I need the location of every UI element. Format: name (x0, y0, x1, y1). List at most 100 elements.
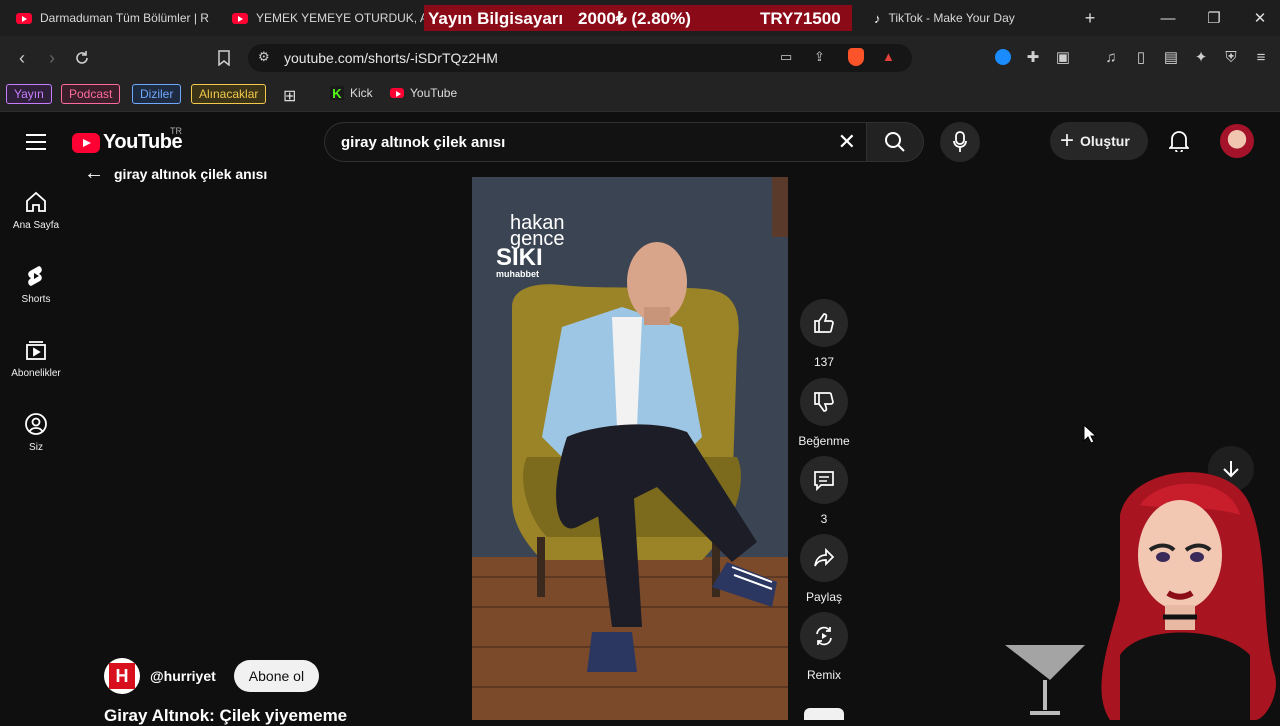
cast-icon[interactable]: ▭ (780, 49, 792, 65)
restore-button[interactable]: ❐ (1191, 0, 1237, 36)
search-button[interactable] (866, 122, 924, 162)
forward-button[interactable]: › (38, 44, 66, 72)
browser-toolbar: ‹ › ⚙ youtube.com/shorts/-iSDrTQz2HM ▭ ⇪… (0, 36, 1280, 80)
avatar[interactable] (1220, 124, 1254, 158)
video-watermark: hakan gence SIKI muhabbet (496, 213, 565, 279)
dislike-label: Beğenme (798, 434, 850, 448)
minimize-button[interactable]: — (1145, 0, 1191, 36)
leo-ai-icon[interactable]: ✦ (1190, 46, 1212, 68)
menu-icon[interactable] (26, 134, 46, 155)
clear-search-icon[interactable]: ✕ (838, 129, 856, 155)
url-text: youtube.com/shorts/-iSDrTQz2HM (284, 50, 498, 66)
voice-search-button[interactable] (940, 122, 980, 162)
site-settings-icon[interactable]: ⚙ (258, 49, 270, 65)
sidebar-label: Siz (29, 442, 43, 453)
reload-icon (76, 51, 88, 64)
country-code: TR (170, 126, 182, 136)
share-button[interactable] (800, 534, 848, 582)
remix-icon (816, 626, 832, 646)
search-value: giray altınok çilek anısı (341, 134, 506, 151)
channel-avatar[interactable]: H (104, 658, 140, 694)
remix-button[interactable] (800, 612, 848, 660)
screenshot-icon[interactable]: ▣ (1052, 46, 1074, 68)
ticker-value: 2000₺ (2.80%) (578, 9, 691, 28)
youtube-icon (232, 12, 248, 24)
streamer-avatar-overlay (1005, 472, 1276, 720)
browser-tab[interactable]: ♪ TikTok - Make Your Day (862, 0, 1062, 36)
comment-icon (814, 471, 834, 491)
extension-shazam-icon[interactable] (992, 46, 1014, 68)
remix-action[interactable]: Remix (800, 612, 848, 682)
like-button[interactable] (800, 299, 848, 347)
sidebar-item-you[interactable]: Siz (0, 412, 72, 453)
brave-shield-icon[interactable] (848, 48, 864, 66)
search-input[interactable]: giray altınok çilek anısı ✕ (324, 122, 866, 162)
comments-button[interactable] (800, 456, 848, 504)
search-icon (885, 132, 905, 152)
video-title[interactable]: Giray Altınok: Çilek yiyememe (104, 706, 347, 726)
comments-action[interactable]: 3 (800, 456, 848, 526)
share-page-icon[interactable]: ⇪ (814, 49, 825, 65)
bookmark-chip[interactable]: Diziler (132, 84, 182, 104)
subscribe-button[interactable]: Abone ol (233, 660, 320, 692)
you-icon (25, 413, 47, 435)
sidebar-item-home[interactable]: Ana Sayfa (0, 190, 72, 231)
youtube-logo[interactable]: YouTube (72, 131, 183, 154)
sidebar-label: Shorts (21, 294, 51, 305)
shorts-icon (28, 266, 42, 286)
bookmark-chip[interactable]: Alınacaklar (191, 84, 267, 104)
kick-icon: K (330, 86, 344, 101)
sidebar-icon[interactable]: ▯ (1130, 46, 1152, 68)
arrow-left-icon: ← (84, 162, 104, 184)
reload-button[interactable] (68, 44, 96, 72)
share-action[interactable]: Paylaş (800, 534, 848, 604)
ticker-code: TRY71500 (760, 9, 841, 28)
channel-handle[interactable]: @hurriyet (150, 668, 216, 684)
sidebar-label: Abonelikler (11, 368, 61, 379)
youtube-icon (16, 12, 32, 24)
create-button[interactable]: + Oluştur (1050, 122, 1148, 160)
share-icon (814, 547, 835, 567)
browser-tab-bar: Darmaduman Tüm Bölümler | R YEMEK YEMEYE… (0, 0, 1280, 36)
bookmark-label: YouTube (410, 86, 458, 100)
thumbs-up-icon (814, 313, 834, 333)
like-action[interactable]: 137 (800, 299, 848, 369)
apps-grid-icon[interactable]: ⊞ (283, 86, 296, 106)
dislike-action[interactable]: Beğenme (798, 378, 850, 448)
extensions-icon[interactable]: ✚ (1022, 46, 1044, 68)
browser-tab[interactable]: Darmaduman Tüm Bölümler | R (4, 0, 210, 36)
sidebar-item-subscriptions[interactable]: Abonelikler (0, 338, 72, 379)
vpn-icon[interactable]: ⛨ (1220, 46, 1242, 68)
search-back-link[interactable]: ← giray altınok çilek anısı (84, 162, 267, 185)
bookmark-link[interactable]: YouTube (390, 86, 457, 100)
menu-icon[interactable]: ≡ (1250, 46, 1272, 68)
tab-title: YEMEK YEMEYE OTURDUK, AZ (256, 11, 424, 25)
brave-rewards-icon[interactable]: ▲ (882, 49, 895, 64)
price-ticker-overlay: Yayın Bilgisayarı 2000₺ (2.80%) TRY71500 (424, 5, 852, 31)
bookmark-button[interactable] (210, 44, 238, 72)
browser-tab[interactable]: YEMEK YEMEYE OTURDUK, AZ (220, 0, 424, 36)
dislike-button[interactable] (800, 378, 848, 426)
bookmark-label: Kick (350, 86, 373, 100)
back-button[interactable]: ‹ (8, 44, 36, 72)
sidebar-item-shorts[interactable]: Shorts (0, 264, 72, 305)
tab-title: Darmaduman Tüm Bölümler | R (40, 11, 209, 25)
remix-label: Remix (806, 668, 841, 682)
shorts-video-player[interactable]: hakan gence SIKI muhabbet (472, 177, 788, 720)
address-bar[interactable]: ⚙ youtube.com/shorts/-iSDrTQz2HM ▭ ⇪ ▲ (248, 44, 912, 72)
bookmark-chip[interactable]: Podcast (61, 84, 121, 104)
music-icon[interactable]: ♫ (1100, 46, 1122, 68)
share-label: Paylaş (805, 590, 843, 604)
subscriptions-icon (26, 341, 46, 360)
mouse-cursor-icon (1083, 424, 1097, 444)
bookmark-chip[interactable]: Yayın (6, 84, 52, 104)
new-tab-button[interactable]: + (1067, 0, 1113, 36)
tiktok-icon: ♪ (874, 10, 881, 26)
watermark-line: muhabbet (496, 269, 540, 279)
sound-thumbnail[interactable] (804, 708, 844, 720)
wallet-icon[interactable]: ▤ (1160, 46, 1182, 68)
notifications-button[interactable] (1164, 126, 1194, 156)
tab-title: TikTok - Make Your Day (888, 11, 1015, 25)
close-window-button[interactable]: ✕ (1237, 0, 1280, 36)
bookmark-link[interactable]: K Kick (330, 86, 373, 101)
